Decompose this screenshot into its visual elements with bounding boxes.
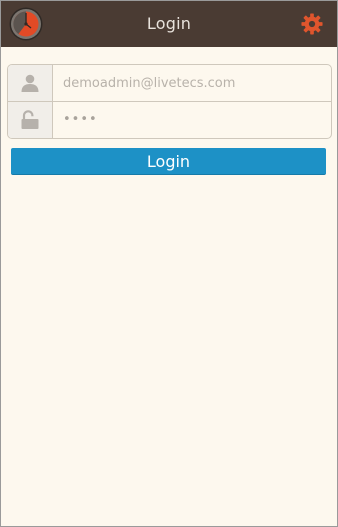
email-row (8, 65, 331, 101)
email-field[interactable] (53, 65, 331, 101)
app-screen: Login demoadmin@livetecs.com •••• Login (0, 0, 338, 527)
login-form: •••• (7, 64, 332, 139)
password-icon-cell (8, 102, 53, 138)
top-bar: Login (1, 1, 337, 47)
user-icon (21, 74, 39, 92)
gear-icon[interactable] (301, 13, 323, 35)
unlock-icon (21, 110, 39, 129)
page-title: Login (146, 14, 192, 33)
password-row: •••• (8, 102, 331, 138)
email-icon-cell (8, 65, 53, 101)
login-button[interactable]: Login (11, 148, 326, 175)
password-field[interactable]: •••• (53, 102, 331, 138)
